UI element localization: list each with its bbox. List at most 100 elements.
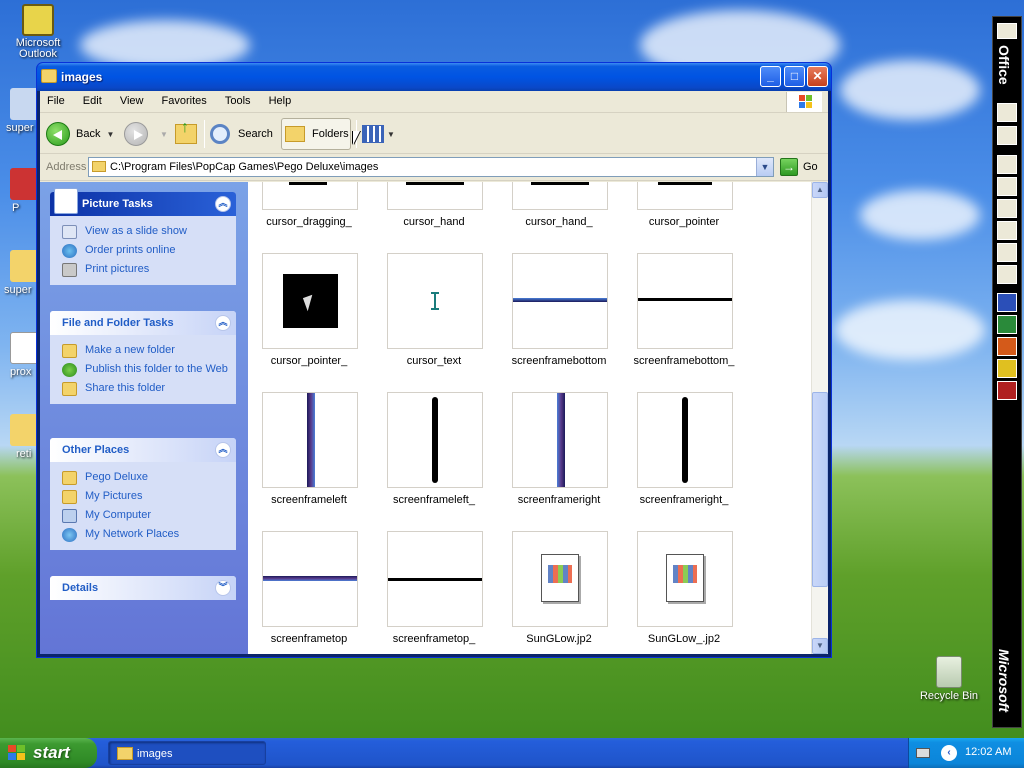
file-name[interactable]: SunGLow_.jp2 bbox=[619, 633, 749, 645]
keyboard-icon[interactable] bbox=[916, 748, 930, 758]
scroll-down-button[interactable]: ▼ bbox=[812, 638, 828, 654]
share-folder-link[interactable]: Share this folder bbox=[50, 379, 232, 398]
desktop-icon-outlook[interactable]: Microsoft Outlook bbox=[0, 4, 76, 60]
place-my-pictures[interactable]: My Pictures bbox=[50, 487, 232, 506]
taskbar-item-images[interactable]: images bbox=[108, 741, 266, 765]
picture-tasks-header[interactable]: Picture Tasks ︽ bbox=[50, 188, 236, 216]
address-dropdown-button[interactable]: ▼ bbox=[756, 158, 773, 176]
file-thumbnail[interactable] bbox=[512, 392, 608, 488]
file-name[interactable]: screenframebottom bbox=[494, 355, 624, 367]
collapse-icon[interactable]: ︽ bbox=[215, 442, 231, 458]
menu-favorites[interactable]: Favorites bbox=[155, 91, 215, 107]
file-thumbnail[interactable] bbox=[512, 253, 608, 349]
file-thumbnail[interactable] bbox=[512, 182, 608, 210]
chevron-left-icon[interactable]: ‹ bbox=[941, 745, 957, 761]
office-bar-button[interactable] bbox=[997, 126, 1017, 145]
menu-edit[interactable]: Edit bbox=[76, 91, 110, 107]
slide-show-link[interactable]: View as a slide show bbox=[50, 222, 232, 241]
office-bar-button[interactable] bbox=[997, 265, 1017, 284]
file-name[interactable]: screenframeright_ bbox=[619, 494, 749, 506]
file-thumbnail[interactable] bbox=[262, 182, 358, 210]
office-bar-button[interactable] bbox=[997, 243, 1017, 262]
file-name[interactable]: screenframebottom_ bbox=[619, 355, 749, 367]
file-thumbnail[interactable] bbox=[637, 531, 733, 627]
printer-icon bbox=[62, 263, 77, 277]
place-my-computer[interactable]: My Computer bbox=[50, 506, 232, 525]
scrollbar-thumb[interactable] bbox=[812, 392, 828, 587]
file-name[interactable]: screenframeleft_ bbox=[369, 494, 499, 506]
start-button[interactable]: start bbox=[0, 738, 97, 768]
file-thumbnail[interactable] bbox=[637, 392, 733, 488]
thumbnail-image bbox=[513, 298, 607, 302]
file-name[interactable]: cursor_text bbox=[369, 355, 499, 367]
file-name[interactable]: cursor_pointer_ bbox=[248, 355, 374, 367]
file-name[interactable]: screenframetop bbox=[248, 633, 374, 645]
office-bar-button[interactable] bbox=[997, 177, 1017, 196]
file-thumbnail[interactable] bbox=[637, 253, 733, 349]
print-pictures-link[interactable]: Print pictures bbox=[50, 260, 232, 279]
office-bar-top-button[interactable] bbox=[997, 23, 1017, 39]
maximize-button[interactable]: □ bbox=[784, 66, 805, 87]
up-folder-button[interactable]: ↑ bbox=[175, 118, 197, 150]
thumbnail-image bbox=[658, 182, 712, 185]
expand-icon[interactable]: ︾ bbox=[215, 580, 231, 596]
file-thumbnail[interactable] bbox=[387, 182, 483, 210]
make-folder-link[interactable]: Make a new folder bbox=[50, 341, 232, 360]
excel-icon[interactable] bbox=[997, 315, 1017, 334]
file-thumbnail[interactable] bbox=[262, 392, 358, 488]
publish-web-link[interactable]: Publish this folder to the Web bbox=[50, 360, 232, 379]
file-name[interactable]: cursor_hand_ bbox=[494, 216, 624, 228]
order-prints-link[interactable]: Order prints online bbox=[50, 241, 232, 260]
menu-view[interactable]: View bbox=[113, 91, 152, 107]
toolbar-separator bbox=[204, 120, 205, 148]
back-button[interactable]: Back ▼ bbox=[46, 118, 114, 150]
menu-help[interactable]: Help bbox=[262, 91, 300, 107]
file-name[interactable]: screenframeright bbox=[494, 494, 624, 506]
file-name[interactable]: cursor_dragging_ bbox=[248, 216, 374, 228]
file-view: cursor_dragging_ cursor_hand cursor_hand… bbox=[248, 182, 828, 654]
go-button[interactable]: → Go bbox=[780, 158, 818, 176]
file-thumbnail[interactable] bbox=[387, 531, 483, 627]
file-thumbnail[interactable] bbox=[262, 531, 358, 627]
menu-file[interactable]: File bbox=[40, 91, 73, 107]
file-folder-tasks-header[interactable]: File and Folder Tasks ︽ bbox=[50, 311, 236, 335]
views-button[interactable]: ▼ bbox=[362, 118, 395, 150]
minimize-button[interactable]: _ bbox=[760, 66, 781, 87]
folder-icon bbox=[92, 161, 106, 172]
title-bar[interactable]: images _ □ ✕ bbox=[37, 63, 831, 91]
file-name[interactable]: screenframetop_ bbox=[369, 633, 499, 645]
file-thumbnail[interactable] bbox=[387, 253, 483, 349]
office-bar-button[interactable] bbox=[997, 103, 1017, 122]
file-thumbnail[interactable] bbox=[637, 182, 733, 210]
details-header[interactable]: Details ︾ bbox=[50, 576, 236, 600]
file-thumbnail[interactable] bbox=[262, 253, 358, 349]
search-button[interactable]: Search bbox=[210, 118, 273, 150]
vertical-scrollbar[interactable]: ▲ ▼ bbox=[811, 182, 828, 654]
access-icon[interactable] bbox=[997, 381, 1017, 400]
place-my-network[interactable]: My Network Places bbox=[50, 525, 232, 544]
scroll-up-button[interactable]: ▲ bbox=[812, 182, 828, 198]
word-icon[interactable] bbox=[997, 293, 1017, 312]
place-pego-deluxe[interactable]: Pego Deluxe bbox=[50, 468, 232, 487]
file-name[interactable]: cursor_pointer bbox=[619, 216, 749, 228]
file-thumbnail[interactable] bbox=[387, 392, 483, 488]
file-name[interactable]: screenframeleft bbox=[248, 494, 374, 506]
collapse-icon[interactable]: ︽ bbox=[215, 315, 231, 331]
outlook-icon[interactable] bbox=[997, 359, 1017, 378]
office-bar-button[interactable] bbox=[997, 155, 1017, 174]
forward-button[interactable]: ▼ bbox=[124, 118, 168, 150]
address-input[interactable]: C:\Program Files\PopCap Games\Pego Delux… bbox=[88, 157, 774, 177]
other-places-header[interactable]: Other Places ︽ bbox=[50, 438, 236, 462]
desktop-icon-recycle-bin[interactable]: Recycle Bin bbox=[911, 656, 987, 702]
file-name[interactable]: SunGLow.jp2 bbox=[494, 633, 624, 645]
menu-tools[interactable]: Tools bbox=[218, 91, 259, 107]
office-bar-button[interactable] bbox=[997, 221, 1017, 240]
folders-button[interactable]: Folders bbox=[285, 118, 349, 150]
close-button[interactable]: ✕ bbox=[807, 66, 828, 87]
taskbar-item-label: images bbox=[137, 748, 173, 760]
office-bar-button[interactable] bbox=[997, 199, 1017, 218]
file-name[interactable]: cursor_hand bbox=[369, 216, 499, 228]
file-thumbnail[interactable] bbox=[512, 531, 608, 627]
powerpoint-icon[interactable] bbox=[997, 337, 1017, 356]
collapse-icon[interactable]: ︽ bbox=[215, 196, 231, 212]
